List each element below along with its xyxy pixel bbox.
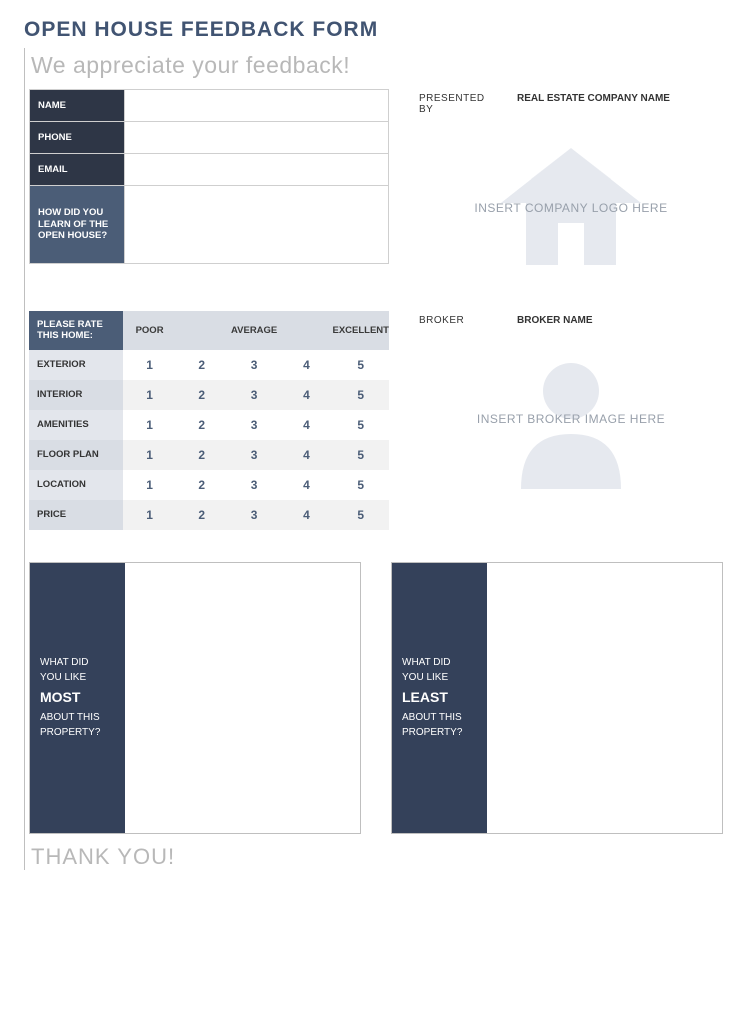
rating-criterion: PRICE	[29, 500, 123, 530]
rating-cell[interactable]: 3	[228, 500, 281, 530]
rating-row: FLOOR PLAN12345	[29, 440, 389, 470]
rating-row: LOCATION12345	[29, 470, 389, 500]
rating-cell[interactable]: 5	[332, 350, 389, 380]
rating-cell[interactable]: 1	[123, 350, 175, 380]
rating-criterion: EXTERIOR	[29, 350, 123, 380]
phone-row: PHONE	[30, 122, 389, 154]
scale-blank2	[281, 311, 333, 350]
rating-cell[interactable]: 4	[281, 470, 333, 500]
thank-you: THANK YOU!	[29, 834, 723, 870]
rating-cell[interactable]: 2	[176, 350, 228, 380]
rating-cell[interactable]: 1	[123, 500, 175, 530]
rating-cell[interactable]: 1	[123, 440, 175, 470]
rating-cell[interactable]: 2	[176, 380, 228, 410]
rating-cell[interactable]: 1	[123, 380, 175, 410]
rating-cell[interactable]: 4	[281, 440, 333, 470]
rating-cell[interactable]: 5	[332, 470, 389, 500]
rating-criterion: FLOOR PLAN	[29, 440, 123, 470]
rating-cell[interactable]: 4	[281, 380, 333, 410]
rating-cell[interactable]: 2	[176, 440, 228, 470]
rating-cell[interactable]: 4	[281, 350, 333, 380]
rating-table: PLEASE RATE THIS HOME: POOR AVERAGE EXCE…	[29, 311, 389, 530]
rating-cell[interactable]: 5	[332, 500, 389, 530]
rating-header: PLEASE RATE THIS HOME:	[29, 311, 123, 350]
rating-criterion: LOCATION	[29, 470, 123, 500]
like-most-label: WHAT DID YOU LIKE MOST ABOUT THIS PROPER…	[30, 563, 125, 833]
howlearn-label: HOW DID YOU LEARN OF THE OPEN HOUSE?	[30, 186, 125, 264]
rating-row: AMENITIES12345	[29, 410, 389, 440]
presented-by-label: PRESENTED BY	[419, 93, 499, 115]
rating-cell[interactable]: 3	[228, 440, 281, 470]
rating-cell[interactable]: 1	[123, 410, 175, 440]
page-title: OPEN HOUSE FEEDBACK FORM	[24, 18, 723, 42]
broker-name: BROKER NAME	[517, 315, 593, 326]
rating-criterion: AMENITIES	[29, 410, 123, 440]
company-logo-placeholder: INSERT COMPANY LOGO HERE	[419, 133, 723, 283]
broker-label: BROKER	[419, 315, 499, 326]
like-least-box: WHAT DID YOU LIKE LEAST ABOUT THIS PROPE…	[391, 562, 723, 834]
like-least-field[interactable]	[487, 563, 722, 833]
name-field[interactable]	[125, 90, 389, 122]
like-most-box: WHAT DID YOU LIKE MOST ABOUT THIS PROPER…	[29, 562, 361, 834]
rating-cell[interactable]: 3	[228, 470, 281, 500]
name-label: NAME	[30, 90, 125, 122]
rating-cell[interactable]: 2	[176, 500, 228, 530]
presented-by-row: PRESENTED BY REAL ESTATE COMPANY NAME	[419, 93, 723, 115]
scale-excellent: EXCELLENT	[332, 311, 389, 350]
company-name: REAL ESTATE COMPANY NAME	[517, 93, 670, 115]
name-row: NAME	[30, 90, 389, 122]
scale-blank1	[176, 311, 228, 350]
broker-row: BROKER BROKER NAME	[419, 315, 723, 326]
email-label: EMAIL	[30, 154, 125, 186]
rating-row: EXTERIOR12345	[29, 350, 389, 380]
like-least-label: WHAT DID YOU LIKE LEAST ABOUT THIS PROPE…	[392, 563, 487, 833]
email-row: EMAIL	[30, 154, 389, 186]
rating-cell[interactable]: 2	[176, 410, 228, 440]
contact-table: NAME PHONE EMAIL HOW DID YOU LEARN OF TH…	[29, 89, 389, 264]
broker-image-placeholder: INSERT BROKER IMAGE HERE	[419, 344, 723, 494]
rating-row: INTERIOR12345	[29, 380, 389, 410]
rating-cell[interactable]: 4	[281, 410, 333, 440]
rating-cell[interactable]: 4	[281, 500, 333, 530]
like-most-field[interactable]	[125, 563, 360, 833]
rating-cell[interactable]: 5	[332, 380, 389, 410]
rating-cell[interactable]: 3	[228, 380, 281, 410]
rating-criterion: INTERIOR	[29, 380, 123, 410]
howlearn-row: HOW DID YOU LEARN OF THE OPEN HOUSE?	[30, 186, 389, 264]
howlearn-field[interactable]	[125, 186, 389, 264]
rating-row: PRICE12345	[29, 500, 389, 530]
rating-cell[interactable]: 5	[332, 440, 389, 470]
rating-cell[interactable]: 3	[228, 350, 281, 380]
scale-poor: POOR	[123, 311, 175, 350]
rating-cell[interactable]: 5	[332, 410, 389, 440]
rating-cell[interactable]: 1	[123, 470, 175, 500]
subtitle: We appreciate your feedback!	[29, 48, 723, 89]
rating-cell[interactable]: 3	[228, 410, 281, 440]
rating-cell[interactable]: 2	[176, 470, 228, 500]
scale-average: AVERAGE	[228, 311, 281, 350]
phone-label: PHONE	[30, 122, 125, 154]
email-field[interactable]	[125, 154, 389, 186]
phone-field[interactable]	[125, 122, 389, 154]
